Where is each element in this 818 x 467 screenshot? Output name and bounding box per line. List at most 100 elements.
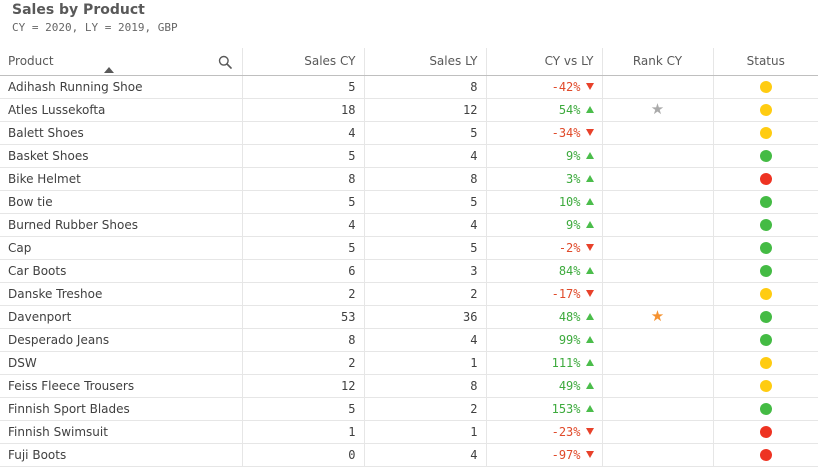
cell-product[interactable]: Cap (0, 236, 242, 260)
cell-status (712, 420, 818, 444)
cell-status (712, 282, 818, 306)
sales-table: Product Sales CY Sales LY CY vs LY Rank … (0, 48, 818, 467)
column-header-status[interactable]: Status (712, 48, 818, 76)
cell-sales-ly: 4 (363, 144, 486, 168)
column-header-sales-ly[interactable]: Sales LY (363, 48, 486, 76)
cell-product[interactable]: Danske Treshoe (0, 282, 242, 306)
delta-value: 9% (566, 148, 581, 163)
cell-sales-ly: 8 (363, 167, 486, 191)
triangle-up-icon (585, 358, 594, 366)
table-row[interactable]: Burned Rubber Shoes 4 4 9% (0, 213, 818, 237)
cell-sales-cy: 12 (241, 374, 364, 398)
table-header-row: Product Sales CY Sales LY CY vs LY Rank … (0, 48, 818, 76)
table-row[interactable]: Adihash Running Shoe 5 8 -42% (0, 75, 818, 99)
triangle-down-icon (585, 82, 594, 90)
cell-product[interactable]: Finnish Swimsuit (0, 420, 242, 444)
cell-rank-cy (601, 282, 713, 306)
cell-product[interactable]: DSW (0, 351, 242, 375)
table-row[interactable]: Danske Treshoe 2 2 -17% (0, 282, 818, 306)
cell-cy-vs-ly: 153% (485, 397, 602, 421)
table-row[interactable]: Car Boots 6 3 84% (0, 259, 818, 283)
cell-cy-vs-ly: -2% (485, 236, 602, 260)
cell-product[interactable]: Adihash Running Shoe (0, 75, 242, 99)
cell-product[interactable]: Car Boots (0, 259, 242, 283)
sort-ascending-icon[interactable] (104, 66, 114, 73)
cell-sales-ly: 5 (363, 190, 486, 214)
cell-cy-vs-ly: 3% (485, 167, 602, 191)
delta-value: -97% (551, 447, 581, 462)
cell-status (712, 121, 818, 145)
cell-cy-vs-ly: -17% (485, 282, 602, 306)
table-row[interactable]: Balett Shoes 4 5 -34% (0, 121, 818, 145)
table-row[interactable]: Finnish Swimsuit 1 1 -23% (0, 420, 818, 444)
delta-value: -23% (551, 424, 581, 439)
column-header-rank-cy[interactable]: Rank CY (601, 48, 713, 76)
table-row[interactable]: Bike Helmet 8 8 3% (0, 167, 818, 191)
cell-product[interactable]: Desperado Jeans (0, 328, 242, 352)
triangle-up-icon (585, 220, 594, 228)
cell-status (712, 236, 818, 260)
cell-rank-cy (601, 351, 713, 375)
cell-status (712, 328, 818, 352)
cell-sales-ly: 3 (363, 259, 486, 283)
cell-rank-cy (601, 374, 713, 398)
table-row[interactable]: Fuji Boots 0 4 -97% (0, 443, 818, 467)
cell-cy-vs-ly: 54% (485, 98, 602, 122)
cell-product[interactable]: Feiss Fleece Trousers (0, 374, 242, 398)
cell-sales-cy: 5 (241, 397, 364, 421)
status-yellow-dot-icon (759, 380, 772, 392)
cell-product[interactable]: Fuji Boots (0, 443, 242, 467)
cell-product[interactable]: Bow tie (0, 190, 242, 214)
cell-cy-vs-ly: -42% (485, 75, 602, 99)
cell-sales-ly: 4 (363, 328, 486, 352)
cell-status (712, 98, 818, 122)
triangle-down-icon (585, 289, 594, 297)
table-row[interactable]: Basket Shoes 5 4 9% (0, 144, 818, 168)
table-row[interactable]: Cap 5 5 -2% (0, 236, 818, 260)
cell-cy-vs-ly: -34% (485, 121, 602, 145)
cell-product[interactable]: Basket Shoes (0, 144, 242, 168)
triangle-up-icon (585, 266, 594, 274)
delta-value: 10% (558, 194, 581, 209)
delta-value: 9% (566, 217, 581, 232)
cell-product[interactable]: Finnish Sport Blades (0, 397, 242, 421)
triangle-up-icon (585, 151, 594, 159)
cell-product[interactable]: Balett Shoes (0, 121, 242, 145)
cell-rank-cy (601, 190, 713, 214)
cell-cy-vs-ly: 99% (485, 328, 602, 352)
cell-sales-ly: 2 (363, 282, 486, 306)
column-header-cy-vs-ly[interactable]: CY vs LY (485, 48, 602, 76)
search-icon[interactable] (218, 55, 232, 69)
column-header-product[interactable]: Product (0, 48, 242, 76)
table-row[interactable]: Bow tie 5 5 10% (0, 190, 818, 214)
cell-cy-vs-ly: 111% (485, 351, 602, 375)
cell-rank-cy (601, 420, 713, 444)
cell-product[interactable]: Bike Helmet (0, 167, 242, 191)
status-red-dot-icon (759, 173, 772, 185)
cell-status (712, 351, 818, 375)
cell-sales-ly: 5 (363, 121, 486, 145)
table-row[interactable]: Atles Lussekofta 18 12 54% ★ (0, 98, 818, 122)
triangle-up-icon (585, 381, 594, 389)
cell-sales-cy: 4 (241, 121, 364, 145)
page-subtitle: CY = 2020, LY = 2019, GBP (12, 21, 178, 34)
status-red-dot-icon (759, 426, 772, 438)
table-row[interactable]: Davenport 53 36 48% ★ (0, 305, 818, 329)
delta-value: 49% (558, 378, 581, 393)
table-row[interactable]: Finnish Sport Blades 5 2 153% (0, 397, 818, 421)
cell-sales-cy: 2 (241, 351, 364, 375)
cell-product[interactable]: Burned Rubber Shoes (0, 213, 242, 237)
table-row[interactable]: Feiss Fleece Trousers 12 8 49% (0, 374, 818, 398)
table-row[interactable]: DSW 2 1 111% (0, 351, 818, 375)
column-header-sales-cy[interactable]: Sales CY (241, 48, 364, 76)
cell-product[interactable]: Davenport (0, 305, 242, 329)
cell-sales-cy: 8 (241, 167, 364, 191)
cell-rank-cy (601, 75, 713, 99)
cell-sales-cy: 5 (241, 190, 364, 214)
triangle-up-icon (585, 312, 594, 320)
triangle-down-icon (585, 128, 594, 136)
table-row[interactable]: Desperado Jeans 8 4 99% (0, 328, 818, 352)
cell-product[interactable]: Atles Lussekofta (0, 98, 242, 122)
cell-sales-cy: 8 (241, 328, 364, 352)
cell-sales-ly: 8 (363, 75, 486, 99)
